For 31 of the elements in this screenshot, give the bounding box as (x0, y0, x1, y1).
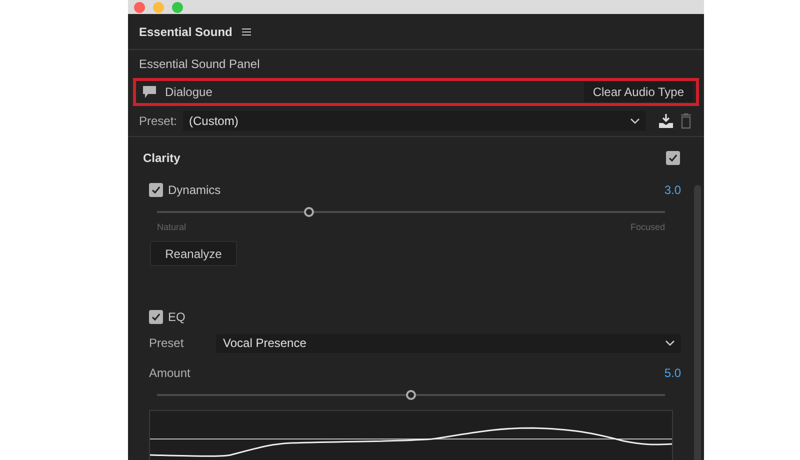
dynamics-label: Dynamics (168, 182, 221, 198)
amount-label: Amount (149, 365, 190, 382)
menu-icon[interactable] (242, 28, 252, 36)
reanalyze-button[interactable]: Reanalyze (150, 241, 237, 266)
chevron-down-icon (630, 118, 640, 124)
checkbox[interactable] (149, 182, 163, 196)
eq-label: EQ (168, 309, 186, 326)
speech-bubble-icon (142, 85, 157, 100)
clarity-title: Clarity (143, 150, 180, 166)
checkmark-icon (151, 184, 161, 194)
min-label: Natural (157, 220, 186, 234)
amount-value[interactable]: 5.0 (664, 364, 681, 382)
panel-title: Essential Sound (139, 24, 232, 41)
dynamics-value[interactable]: 3.0 (664, 180, 681, 198)
slider-thumb[interactable] (304, 206, 314, 216)
checkmark-icon (668, 152, 678, 162)
checkbox[interactable] (666, 150, 680, 164)
section-title: Essential Sound Panel (139, 56, 260, 74)
checkbox[interactable] (149, 310, 163, 324)
eq-preset-label: Preset (149, 335, 185, 352)
preset-label: Preset: (139, 112, 178, 130)
trash-icon[interactable] (680, 112, 692, 129)
checkmark-icon (151, 312, 161, 322)
eq-preset-dropdown[interactable]: Vocal Presence (216, 334, 681, 352)
preset-dropdown[interactable]: (Custom) (183, 110, 646, 131)
slider-thumb[interactable] (406, 390, 416, 400)
chevron-down-icon (665, 340, 675, 346)
download-icon[interactable] (658, 114, 674, 128)
audio-type-label: Dialogue (165, 84, 212, 102)
max-label: Focused (630, 220, 665, 234)
clear-audio-type-button[interactable]: Clear Audio Type (584, 82, 693, 102)
